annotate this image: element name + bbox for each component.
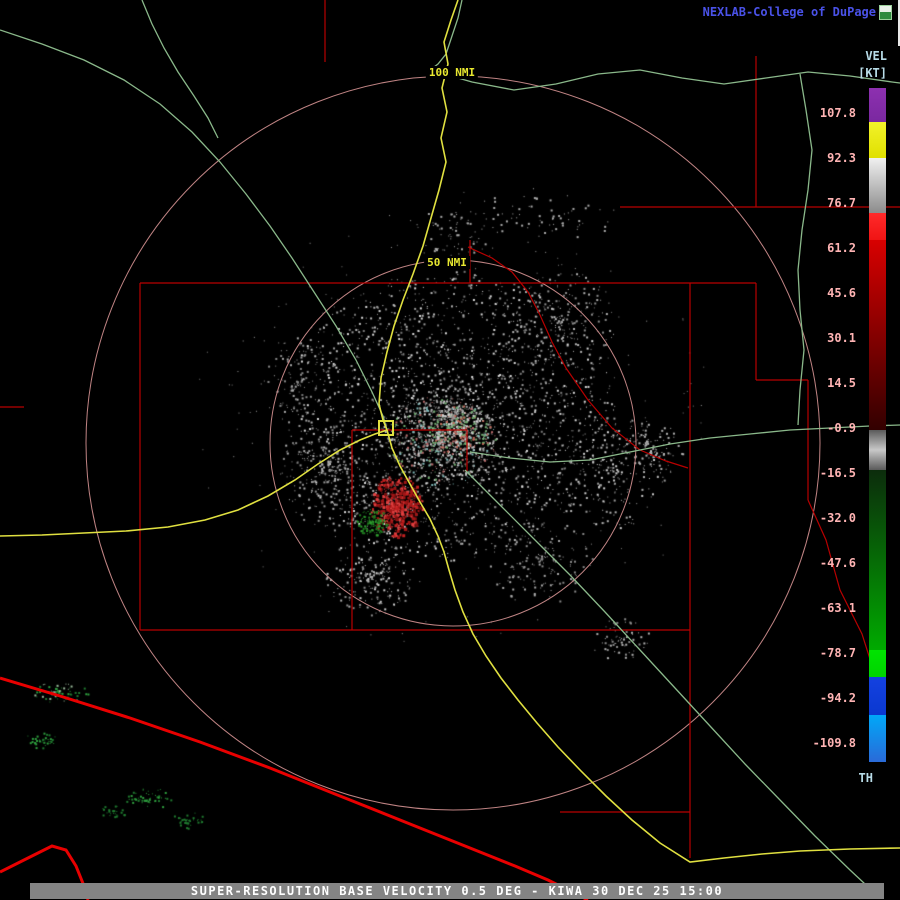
highway-yellow-line [387, 430, 900, 862]
highway-green-line [430, 70, 900, 90]
colorbar-segment [869, 88, 886, 122]
highway-green-line [142, 0, 218, 138]
colorbar-segment [869, 715, 886, 762]
colorbar-segment [869, 677, 886, 715]
colorbar-segment [869, 240, 886, 430]
colorbar-segment [869, 650, 886, 677]
colorbar-segment [869, 430, 886, 470]
highway-green-line [0, 30, 387, 430]
radar-display: 100 NMI 50 NMI NEXLAB-College of DuPage … [0, 0, 900, 900]
velocity-colorbar [869, 88, 886, 762]
range-ring-label-50nmi: 50 NMI [424, 256, 470, 269]
map-overlay-svg [0, 0, 900, 900]
county-boundary-line [468, 247, 688, 468]
highway-green-line [465, 470, 880, 898]
range-ring-50-nmi [270, 260, 636, 626]
range-ring-label-100nmi: 100 NMI [426, 66, 478, 79]
product-status-text: SUPER-RESOLUTION BASE VELOCITY 0.5 DEG -… [191, 884, 723, 898]
highway-green-line [470, 425, 900, 462]
colorbar-units: [KT] [858, 66, 887, 80]
international-border-line [0, 678, 588, 900]
colorbar-segment [869, 213, 886, 240]
colorbar-title: VEL [865, 49, 887, 63]
colorbar-segment [869, 122, 886, 158]
cod-logo-icon [879, 5, 892, 20]
colorbar-segment [869, 158, 886, 213]
range-ring-100-nmi [86, 76, 820, 810]
colorbar-segment [869, 470, 886, 650]
page-title: NEXLAB-College of DuPage [703, 5, 876, 19]
highway-yellow-line [379, 0, 458, 430]
highway-yellow-line [0, 430, 387, 536]
colorbar-footer-label: TH [859, 771, 873, 785]
footer-status-bar: SUPER-RESOLUTION BASE VELOCITY 0.5 DEG -… [30, 883, 884, 899]
highway-green-line [798, 74, 812, 425]
